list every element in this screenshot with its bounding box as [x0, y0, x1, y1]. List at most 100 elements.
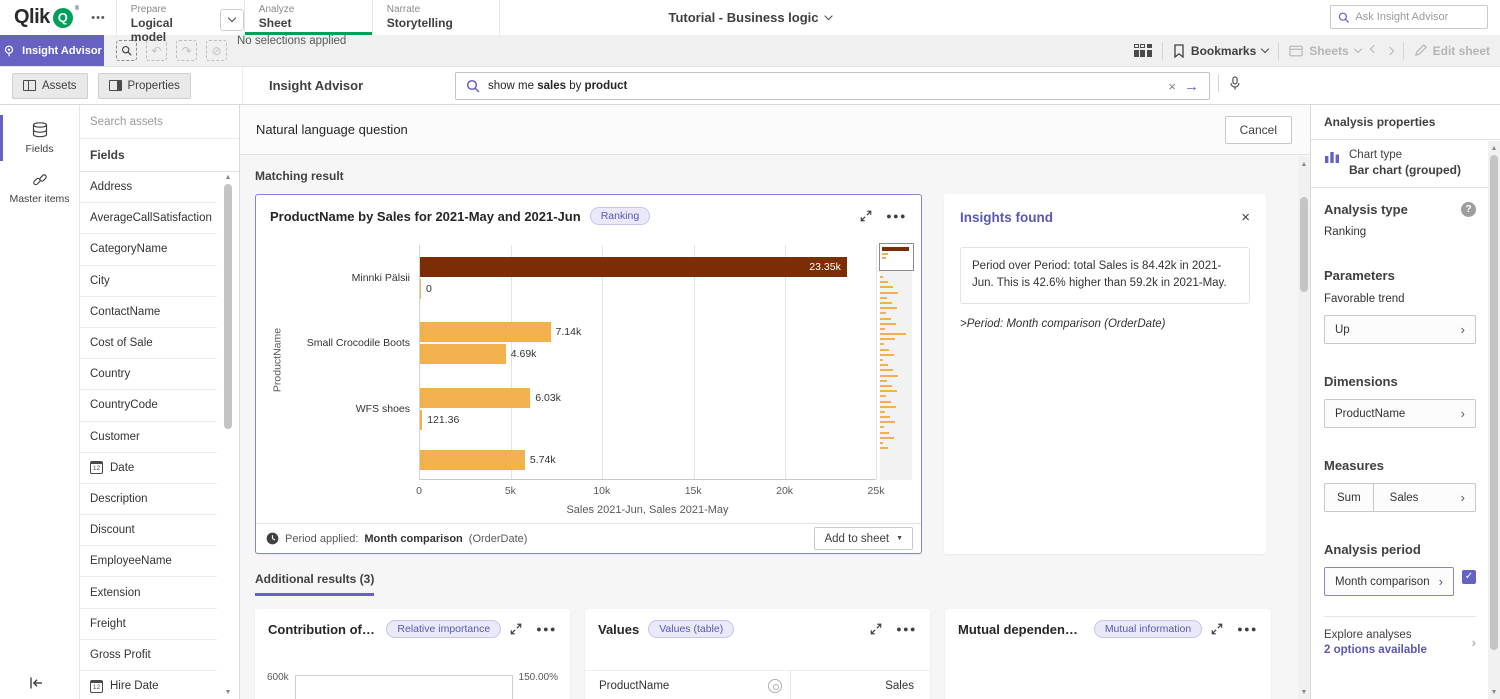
help-icon[interactable]: ?	[1461, 202, 1476, 217]
bar[interactable]: 4.69k	[420, 344, 506, 364]
card-menu-icon[interactable]: ●●●	[896, 624, 917, 634]
insights-grid-icon[interactable]	[1134, 44, 1152, 57]
sheets-button[interactable]: Sheets	[1289, 44, 1360, 58]
list-item[interactable]: EmployeeName	[80, 546, 217, 577]
close-icon[interactable]: ×	[1241, 210, 1250, 225]
card-menu-icon[interactable]: ●●●	[1237, 624, 1258, 634]
list-item[interactable]: City	[80, 266, 217, 297]
scroll-up-icon[interactable]: ▲	[1489, 143, 1499, 153]
list-item[interactable]: AverageCallSatisfaction	[80, 203, 217, 234]
bar[interactable]: 23.35k	[420, 257, 847, 277]
explore-analyses-button[interactable]: Explore analyses 2 options available ›	[1324, 629, 1476, 656]
collapse-panel-icon[interactable]	[28, 675, 44, 691]
chevron-down-icon	[1353, 45, 1361, 53]
bar[interactable]: 5.74k	[420, 450, 525, 470]
expand-icon[interactable]	[860, 210, 872, 222]
bar[interactable]: 7.14k	[420, 322, 551, 342]
cancel-button[interactable]: Cancel	[1225, 116, 1292, 144]
app-title-dropdown[interactable]: Tutorial - Business logic	[668, 0, 831, 35]
list-item[interactable]: Address	[80, 172, 217, 203]
assets-button[interactable]: Assets	[12, 73, 88, 99]
sidebar-item-master-items[interactable]: Master items	[0, 163, 79, 213]
prepare-dropdown-button[interactable]	[220, 9, 244, 31]
minimap-bar	[880, 359, 883, 361]
insight-advisor-icon	[2, 44, 16, 58]
list-item[interactable]: Gross Profit	[80, 640, 217, 671]
category-label: WFS shoes	[356, 403, 410, 415]
insight-advisor-button[interactable]: Insight Advisor	[0, 35, 104, 66]
search-input[interactable]	[1355, 11, 1480, 23]
list-item[interactable]: Freight	[80, 609, 217, 640]
sidebar-item-fields[interactable]: Fields	[0, 113, 79, 163]
card-menu-icon[interactable]: ●●●	[536, 624, 557, 634]
add-to-sheet-button[interactable]: Add to sheet ▼	[814, 527, 913, 550]
scrollbar-thumb[interactable]	[1300, 197, 1308, 292]
field-label: Address	[90, 181, 132, 193]
measure-selector-button[interactable]: Sum Sales ›	[1324, 483, 1476, 512]
properties-button[interactable]: Properties	[98, 73, 191, 99]
scrollbar-thumb[interactable]	[1490, 155, 1498, 650]
list-item[interactable]: Description	[80, 484, 217, 515]
subheader-left: Assets Properties	[0, 67, 243, 104]
tab-prepare[interactable]: Prepare Logical model	[116, 0, 244, 35]
plot-area	[295, 675, 513, 699]
expand-icon[interactable]	[870, 623, 882, 635]
tab-label: Logical model	[131, 16, 206, 44]
list-item[interactable]: Country	[80, 359, 217, 390]
dimension-selector-button[interactable]: ProductName ›	[1324, 399, 1476, 428]
bar[interactable]: 0	[420, 279, 421, 299]
list-item[interactable]: ContactName	[80, 297, 217, 328]
scroll-down-icon[interactable]: ▼	[1489, 687, 1499, 697]
list-item[interactable]: CategoryName	[80, 234, 217, 265]
chart-minimap[interactable]	[880, 245, 912, 480]
gridline	[876, 245, 877, 479]
x-tick-label: 5k	[505, 485, 516, 497]
main-scrollbar[interactable]: ▲ ▼	[1298, 157, 1310, 699]
list-item[interactable]: Discount	[80, 515, 217, 546]
bookmarks-button[interactable]: Bookmarks	[1173, 44, 1268, 58]
submit-query-icon[interactable]: →	[1184, 79, 1199, 94]
tab-section-label: Prepare	[131, 4, 206, 15]
panel-scrollbar[interactable]: ▲ ▼	[1488, 141, 1500, 699]
search-assets-input[interactable]	[90, 116, 229, 128]
scroll-up-icon[interactable]: ▲	[1299, 159, 1309, 169]
more-menu-icon[interactable]: •••	[91, 12, 106, 24]
list-item[interactable]: 12Hire Date	[80, 671, 217, 699]
tab-analyze[interactable]: Analyze Sheet	[244, 0, 372, 35]
bar[interactable]: 121.36	[420, 410, 422, 430]
divider	[1403, 42, 1404, 60]
period-checkbox[interactable]: ✓	[1462, 570, 1476, 584]
clear-selections-icon[interactable]: ⊘	[206, 40, 227, 61]
gridline	[694, 245, 695, 479]
list-item[interactable]: Customer	[80, 422, 217, 453]
analysis-period-button[interactable]: Month comparison ›	[1324, 567, 1454, 596]
ask-insight-advisor-search[interactable]	[1330, 5, 1488, 29]
microphone-icon[interactable]	[1228, 76, 1242, 91]
nlq-search-field[interactable]: show me sales by product × →	[455, 72, 1210, 100]
minimap-viewport[interactable]	[879, 243, 914, 271]
list-item[interactable]: Extension	[80, 577, 217, 608]
clear-query-icon[interactable]: ×	[1168, 80, 1176, 93]
card-menu-icon[interactable]: ●●●	[886, 211, 907, 221]
edit-sheet-button[interactable]: Edit sheet	[1414, 44, 1490, 58]
fields-scrollbar[interactable]: ▲ ▼	[223, 172, 233, 699]
list-item[interactable]: CountryCode	[80, 390, 217, 421]
tab-narrate[interactable]: Narrate Storytelling	[372, 0, 500, 35]
next-sheet-button[interactable]	[1387, 48, 1393, 54]
scroll-down-icon[interactable]: ▼	[223, 687, 233, 697]
category-label: Small Crocodile Boots	[307, 337, 410, 349]
previous-sheet-button[interactable]	[1371, 49, 1377, 52]
list-item[interactable]: Cost of Sale	[80, 328, 217, 359]
scrollbar-thumb[interactable]	[224, 184, 232, 429]
scroll-down-icon[interactable]: ▼	[1299, 687, 1309, 697]
x-tick-label: 25k	[868, 485, 885, 497]
expand-icon[interactable]	[510, 623, 522, 635]
column-search-icon[interactable]	[768, 679, 782, 693]
list-item[interactable]: 12Date	[80, 453, 217, 484]
tab-additional-results[interactable]: Additional results (3)	[255, 572, 374, 596]
trend-selector-button[interactable]: Up ›	[1324, 315, 1476, 344]
expand-icon[interactable]	[1211, 623, 1223, 635]
registered-mark: ®	[75, 6, 79, 12]
scroll-up-icon[interactable]: ▲	[223, 172, 233, 182]
bar[interactable]: 6.03k	[420, 388, 530, 408]
